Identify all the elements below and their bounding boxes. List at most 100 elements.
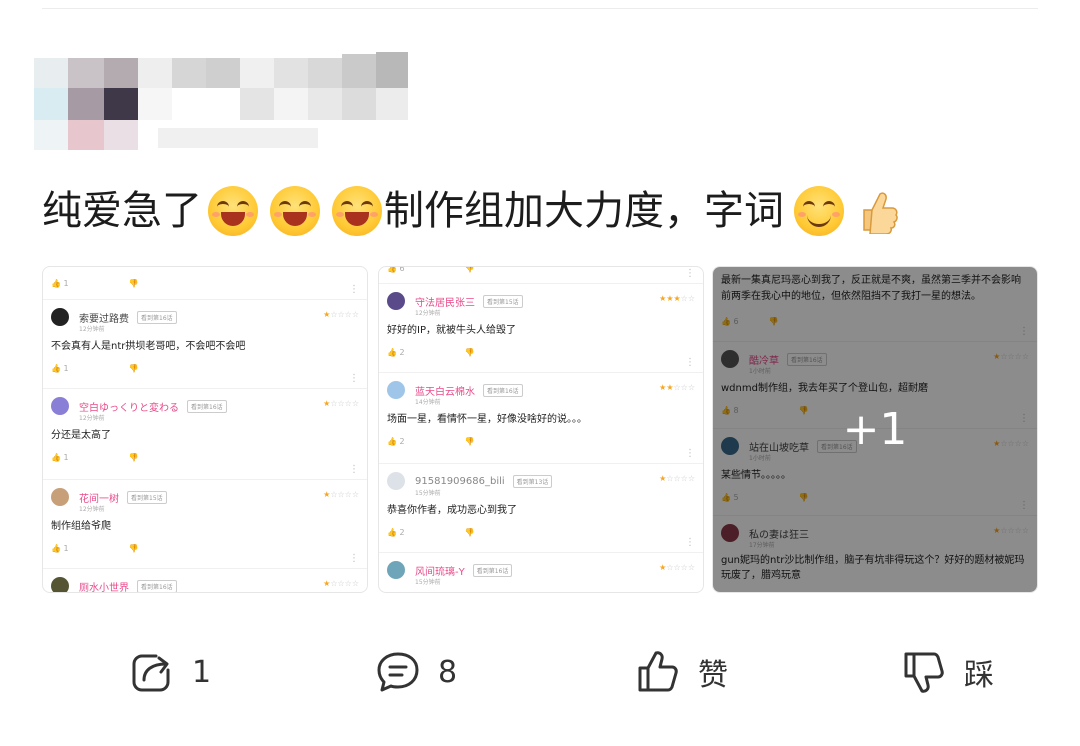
dislike-button[interactable]: 踩: [900, 640, 994, 704]
comment-button[interactable]: 8: [374, 640, 457, 704]
comment-screenshot-2[interactable]: 👍 6 👎 ⋮ 守法居民张三 看到第15话 ★★★☆☆ 12分钟前 好好的IP，就…: [378, 266, 704, 593]
avatar: [51, 308, 69, 326]
dislike-icon: 👎: [128, 452, 139, 462]
username: 守法居民张三: [415, 297, 475, 309]
comment-text: 不会真有人是ntr拱坝老哥吧，不会吧不会吧: [51, 341, 246, 352]
comment-text: 制作组给爷爬: [51, 521, 111, 532]
post-text-part-2: 制作组加大力度，字词: [384, 188, 784, 234]
list-item: 风间琉璃-Y 看到第16话 ★☆☆☆☆ 15分钟前: [379, 553, 703, 589]
more-icon: ⋮: [349, 284, 359, 295]
share-icon: [132, 654, 170, 692]
dislike-icon: 👎: [464, 436, 475, 446]
redacted-user-header: [34, 48, 414, 152]
star-rating: ★☆☆☆☆: [323, 399, 359, 408]
username: 索要过路费: [79, 313, 129, 325]
dislike-icon: 👎: [464, 266, 475, 273]
laughing-face-emoji-icon: [332, 186, 382, 236]
timestamp: 14分钟前: [415, 399, 441, 406]
episode-tag: 看到第16话: [483, 383, 523, 397]
smiling-face-emoji-icon: [794, 186, 844, 236]
dislike-icon: 👎: [464, 527, 475, 537]
like-icon: 👍 1: [51, 452, 69, 462]
like-icon: 👍 1: [51, 363, 69, 373]
timestamp: 12分钟前: [415, 310, 441, 317]
list-item: 索要过路费 看到第16话 ★☆☆☆☆ 12分钟前 不会真有人是ntr拱坝老哥吧，…: [43, 300, 367, 389]
share-button[interactable]: 1: [128, 640, 211, 704]
episode-tag: 看到第15话: [127, 490, 167, 504]
comment-text: 好好的IP，就被牛头人给毁了: [387, 325, 516, 336]
comment-text: 恭喜你作者，成功恶心到我了: [387, 505, 517, 516]
more-icon: ⋮: [349, 553, 359, 564]
list-item: 91581909686_bili 看到第13话 ★☆☆☆☆ 15分钟前 恭喜你作…: [379, 464, 703, 553]
timestamp: 12分钟前: [79, 415, 105, 422]
username: 蓝天白云棉水: [415, 386, 475, 398]
more-icon: ⋮: [685, 537, 695, 548]
star-rating: ★☆☆☆☆: [323, 579, 359, 588]
like-icon: 👍 6: [387, 266, 405, 273]
laughing-face-emoji-icon: [208, 186, 258, 236]
share-count: 1: [192, 654, 212, 690]
comment-text: 分还是太高了: [51, 430, 111, 441]
like-button[interactable]: 赞: [634, 640, 728, 704]
dislike-icon: 👎: [464, 347, 475, 357]
more-icon: ⋮: [685, 357, 695, 368]
episode-tag: 看到第13话: [512, 474, 553, 488]
episode-tag: 看到第15话: [483, 294, 523, 308]
timestamp: 12分钟前: [79, 326, 105, 333]
avatar: [51, 577, 69, 592]
star-rating: ★☆☆☆☆: [323, 490, 359, 499]
action-bar: 1 8 赞 踩: [0, 640, 1080, 704]
star-rating: ★☆☆☆☆: [659, 474, 695, 483]
top-divider: [42, 8, 1038, 9]
username: 花间一树: [79, 493, 119, 505]
like-icon: 👍 2: [387, 436, 405, 446]
dislike-icon: 👎: [128, 278, 139, 288]
comment-screenshot-1[interactable]: 👍 1 👎 ⋮ 索要过路费 看到第16话 ★☆☆☆☆ 12分钟前 不会真有人是nt…: [42, 266, 368, 593]
avatar: [387, 292, 405, 310]
more-icon: ⋮: [685, 448, 695, 459]
list-item: 蓝天白云棉水 看到第16话 ★★☆☆☆ 14分钟前 场面一星，看情怀一星，好像没…: [379, 373, 703, 464]
more-icon: ⋮: [685, 268, 695, 279]
like-label: 赞: [698, 658, 728, 693]
post-text-part-1: 纯爱急了: [42, 188, 202, 234]
username: 风间琉璃-Y: [415, 566, 465, 578]
episode-tag: 看到第16话: [137, 579, 177, 592]
more-icon: ⋮: [349, 464, 359, 475]
more-images-overlay[interactable]: +1: [713, 267, 1037, 592]
username: 空白ゆっくりと変わる: [79, 402, 179, 414]
list-item: 👍 6 👎 ⋮: [379, 266, 703, 284]
list-item: 空白ゆっくりと変わる 看到第16话 ★☆☆☆☆ 12分钟前 分还是太高了 👍 1…: [43, 389, 367, 480]
avatar: [387, 561, 405, 579]
post-text: 纯爱急了 制作组加大力度，字词: [42, 183, 898, 239]
like-icon: 👍 2: [387, 527, 405, 537]
star-rating: ★☆☆☆☆: [659, 563, 695, 572]
thumbs-down-icon: [904, 652, 944, 693]
star-rating: ★☆☆☆☆: [323, 310, 359, 319]
avatar: [51, 397, 69, 415]
star-rating: ★★☆☆☆: [659, 383, 695, 392]
star-rating: ★★★☆☆: [659, 294, 695, 303]
episode-tag: 看到第16话: [137, 310, 177, 324]
more-images-count: +1: [842, 404, 908, 455]
thumbs-up-icon: [638, 651, 678, 692]
thumbs-up-emoji-icon: [858, 188, 898, 235]
timestamp: 15分钟前: [415, 490, 441, 497]
avatar: [387, 472, 405, 490]
like-icon: 👍 1: [51, 543, 69, 553]
episode-tag: 看到第16话: [472, 563, 513, 577]
username: 厕水小世界: [79, 582, 129, 593]
comment-text: 场面一星，看情怀一星，好像没啥好的说。。。: [387, 414, 587, 425]
dislike-icon: 👎: [128, 363, 139, 373]
list-item: 👍 1 👎 ⋮: [43, 267, 367, 300]
more-icon: ⋮: [349, 373, 359, 384]
laughing-face-emoji-icon: [270, 186, 320, 236]
comment-count: 8: [438, 654, 458, 690]
comment-screenshot-3[interactable]: 最新一集真尼玛恶心到我了，反正就是不爽，虽然第三季并不会影响前两季在我心中的地位…: [712, 266, 1038, 593]
comment-icon: [377, 652, 419, 692]
list-item: 花间一树 看到第15话 ★☆☆☆☆ 12分钟前 制作组给爷爬 👍 1 👎 ⋮: [43, 480, 367, 569]
avatar: [387, 381, 405, 399]
dislike-icon: 👎: [128, 543, 139, 553]
list-item: 厕水小世界 看到第16话 ★☆☆☆☆: [43, 569, 367, 593]
dislike-label: 踩: [964, 658, 994, 693]
like-icon: 👍 2: [387, 347, 405, 357]
